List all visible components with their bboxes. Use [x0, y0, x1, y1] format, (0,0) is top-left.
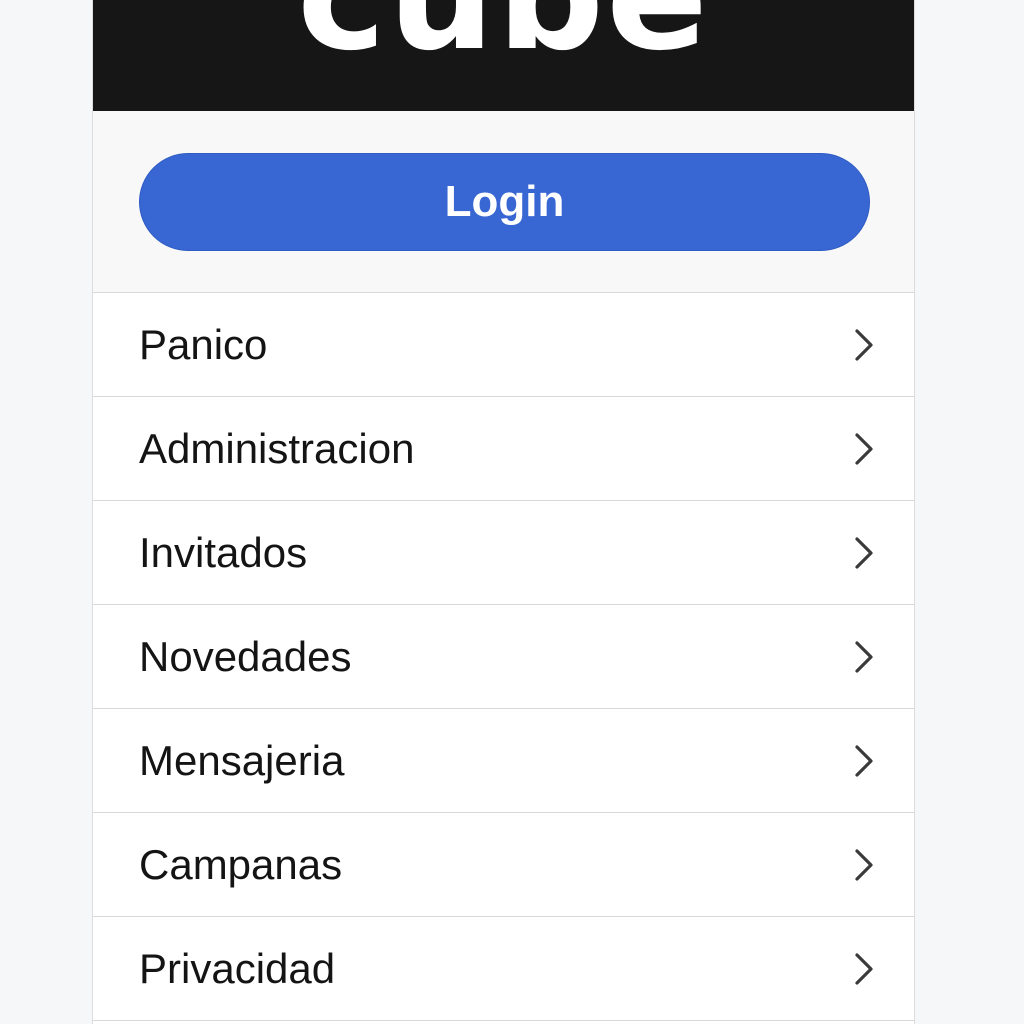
- menu-item-invitados[interactable]: Invitados: [93, 501, 914, 605]
- menu-item-privacidad[interactable]: Privacidad: [93, 917, 914, 1021]
- menu-item-administracion[interactable]: Administracion: [93, 397, 914, 501]
- menu-item-campanas[interactable]: Campanas: [93, 813, 914, 917]
- app-screen: cube Login Panico Administracion Invitad…: [92, 0, 915, 1024]
- login-button[interactable]: Login: [139, 153, 870, 251]
- login-section: Login: [93, 111, 914, 293]
- chevron-right-icon: [855, 848, 873, 881]
- menu-item-label: Privacidad: [139, 944, 336, 992]
- chevron-right-icon: [855, 952, 873, 985]
- app-header: cube: [93, 0, 914, 111]
- chevron-right-icon: [855, 536, 873, 569]
- menu-item-label: Campanas: [139, 840, 343, 888]
- chevron-right-icon: [855, 640, 873, 673]
- menu-item-label: Novedades: [139, 632, 352, 680]
- chevron-right-icon: [855, 744, 873, 777]
- menu-item-panico[interactable]: Panico: [93, 293, 914, 397]
- chevron-right-icon: [855, 432, 873, 465]
- menu-item-label: Mensajeria: [139, 736, 345, 784]
- app-logo: cube: [93, 0, 914, 72]
- menu-list: Panico Administracion Invitados Novedade…: [93, 293, 914, 1021]
- menu-item-label: Invitados: [139, 528, 308, 576]
- menu-item-novedades[interactable]: Novedades: [93, 605, 914, 709]
- menu-item-mensajeria[interactable]: Mensajeria: [93, 709, 914, 813]
- menu-item-label: Administracion: [139, 424, 415, 472]
- chevron-right-icon: [855, 328, 873, 361]
- menu-item-label: Panico: [139, 320, 268, 368]
